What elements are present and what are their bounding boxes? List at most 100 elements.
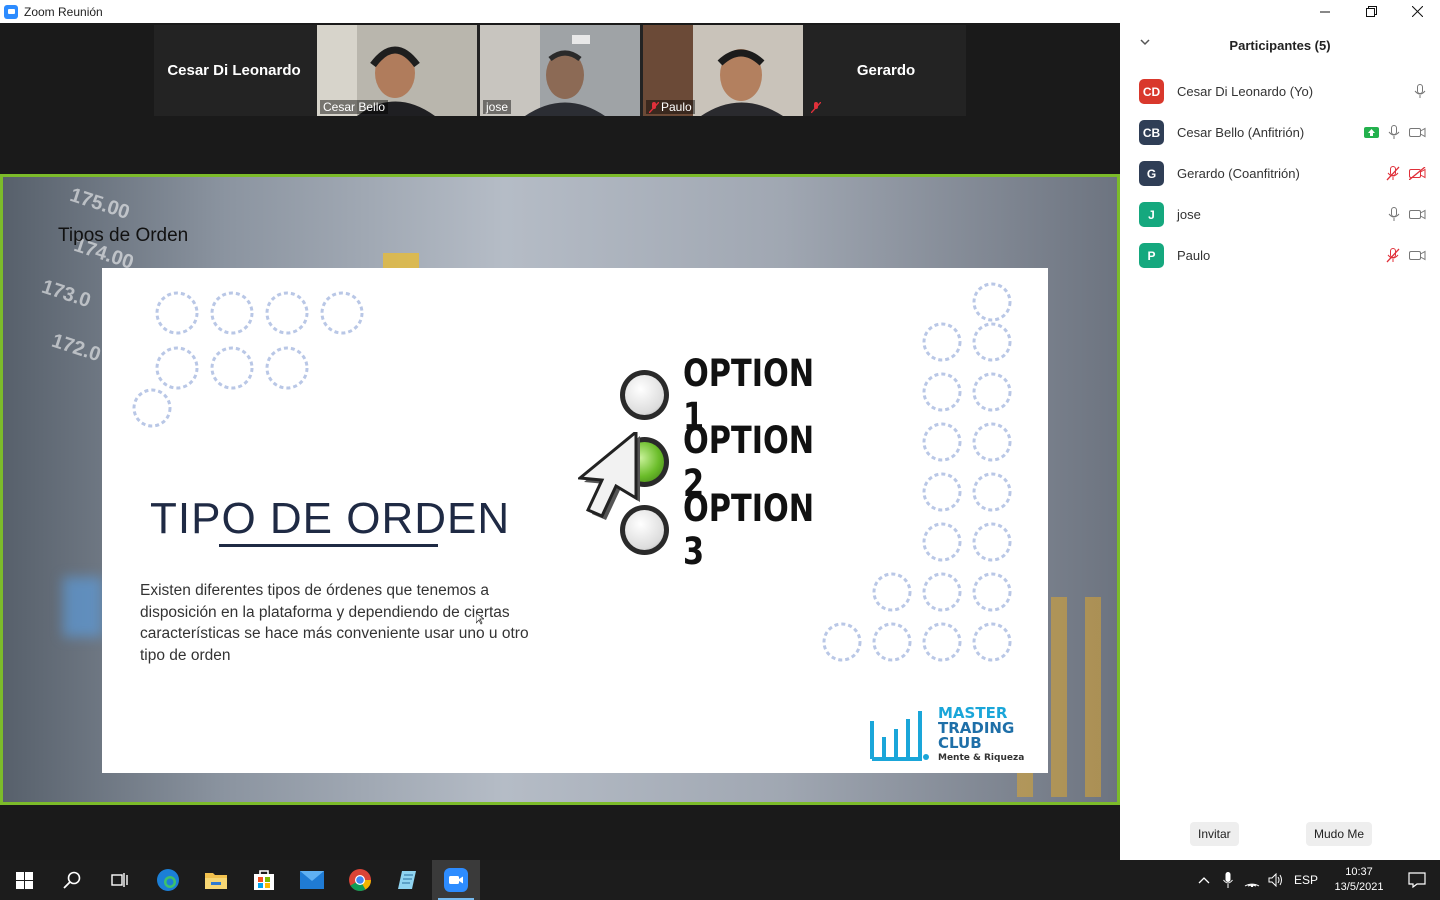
radio-unselected-icon [620, 370, 669, 420]
edge-taskbar-item[interactable] [144, 860, 192, 900]
video-tile-gerardo[interactable]: Gerardo [806, 25, 966, 116]
participant-name: jose [1177, 207, 1201, 222]
language-indicator[interactable]: ESP [1288, 860, 1324, 900]
chrome-taskbar-item[interactable] [336, 860, 384, 900]
network-tray-button[interactable] [1240, 860, 1264, 900]
search-icon [63, 871, 81, 889]
video-tile-cesar-bello[interactable]: Cesar Bello [317, 25, 477, 116]
tile-name: Cesar Bello [323, 100, 386, 114]
participants-title: Participantes (5) [1229, 38, 1331, 53]
participant-row[interactable]: CD Cesar Di Leonardo (Yo) [1120, 71, 1440, 112]
decorative-pattern [132, 291, 364, 428]
microphone-icon [1223, 872, 1233, 888]
clock[interactable]: 10:37 13/5/2021 [1324, 865, 1394, 895]
volume-tray-button[interactable] [1264, 860, 1288, 900]
store-icon [254, 870, 274, 890]
window-titlebar: Zoom Reunión [0, 0, 1440, 23]
logo-line: CLUB [938, 734, 982, 752]
mic-icon[interactable] [1388, 207, 1400, 222]
participant-name: Cesar Di Leonardo (Yo) [1177, 84, 1314, 99]
shared-heading: Tipos de Orden [58, 225, 189, 246]
minimize-button[interactable] [1302, 0, 1348, 23]
zoom-icon [444, 868, 468, 892]
avatar: P [1139, 243, 1164, 268]
avatar: G [1139, 161, 1164, 186]
file-explorer-taskbar-item[interactable] [192, 860, 240, 900]
store-taskbar-item[interactable] [240, 860, 288, 900]
background-number: 175.00 [67, 184, 133, 224]
notification-icon [1408, 872, 1426, 888]
master-trading-club-logo: MASTER TRADING CLUB Mente & Riqueza [868, 706, 1024, 763]
video-off-icon[interactable] [1409, 167, 1426, 180]
mouse-pointer-icon [476, 613, 484, 625]
system-tray: ESP 10:37 13/5/2021 [1192, 860, 1440, 900]
participant-name: Gerardo (Coanfitrión) [1177, 166, 1300, 181]
video-tile-cesar-di-leonardo[interactable]: Cesar Di Leonardo [154, 25, 314, 116]
microphone-tray-button[interactable] [1216, 860, 1240, 900]
mic-icon[interactable] [1388, 125, 1400, 140]
mail-icon [300, 871, 324, 889]
participants-header: Participantes (5) [1120, 23, 1440, 68]
background-number: 173.0 [38, 275, 94, 313]
start-button[interactable] [0, 860, 48, 900]
video-camera-icon[interactable] [1409, 250, 1426, 261]
video-camera-icon[interactable] [1409, 127, 1426, 138]
participants-panel: Participantes (5) CD Cesar Di Leonardo (… [1120, 23, 1440, 860]
participant-row[interactable]: G Gerardo (Coanfitrión) [1120, 153, 1440, 194]
background-chart-mark [63, 577, 103, 637]
participants-list: CD Cesar Di Leonardo (Yo) CB Cesar Bello… [1120, 71, 1440, 276]
participant-row[interactable]: CB Cesar Bello (Anfitrión) [1120, 112, 1440, 153]
mute-me-button[interactable]: Mudo Me [1306, 822, 1373, 846]
minimize-icon [1320, 11, 1330, 12]
option-item: OPTION 3 [620, 487, 876, 573]
participant-row[interactable]: P Paulo [1120, 235, 1440, 276]
participant-status [1386, 248, 1426, 263]
participant-row[interactable]: J jose [1120, 194, 1440, 235]
participant-name: Cesar Bello (Anfitrión) [1177, 125, 1305, 140]
tile-name: Paulo [661, 100, 692, 114]
presentation-slide: TIPO DE ORDEN Existen diferentes tipos d… [102, 268, 1048, 773]
participant-status [1414, 84, 1426, 99]
chevron-down-icon[interactable] [1140, 38, 1150, 46]
logo-tagline: Mente & Riqueza [938, 753, 1025, 763]
option-label: OPTION 3 [682, 487, 815, 573]
participant-status [1386, 166, 1426, 181]
invite-button[interactable]: Invitar [1190, 822, 1239, 846]
mic-muted-icon[interactable] [1386, 248, 1400, 263]
notepad-taskbar-item[interactable] [384, 860, 432, 900]
close-button[interactable] [1394, 0, 1440, 23]
task-view-button[interactable] [96, 860, 144, 900]
wifi-icon [1244, 883, 1260, 887]
chevron-up-icon [1198, 877, 1210, 884]
notifications-button[interactable] [1394, 860, 1440, 900]
chrome-icon [349, 869, 371, 891]
show-hidden-icons-button[interactable] [1192, 860, 1216, 900]
search-button[interactable] [48, 860, 96, 900]
mic-icon[interactable] [1414, 84, 1426, 99]
tile-name: Gerardo [856, 62, 916, 79]
share-screen-icon [1364, 127, 1379, 138]
mic-muted-icon[interactable] [1386, 166, 1400, 181]
video-camera-icon[interactable] [1409, 209, 1426, 220]
zoom-taskbar-item[interactable] [432, 860, 480, 900]
notepad-icon [398, 871, 416, 889]
clock-time: 10:37 [1345, 866, 1373, 878]
close-icon [1411, 6, 1423, 17]
logo-text: MASTER TRADING CLUB Mente & Riqueza [938, 706, 1025, 764]
tile-label: jose [483, 100, 512, 114]
restore-button[interactable] [1348, 0, 1394, 23]
mail-taskbar-item[interactable] [288, 860, 336, 900]
video-tile-paulo[interactable]: Paulo [643, 25, 803, 116]
avatar: CD [1139, 79, 1164, 104]
speaker-icon [1268, 873, 1282, 887]
avatar: J [1139, 202, 1164, 227]
video-tile-jose[interactable]: jose [480, 25, 640, 116]
tile-name: jose [486, 100, 509, 114]
meeting-area: Cesar Di Leonardo Cesar Bello jose Paulo… [0, 23, 1120, 860]
background-chart-mark [383, 253, 419, 269]
tile-label: Cesar Bello [320, 100, 389, 114]
video-strip: Cesar Di Leonardo Cesar Bello jose Paulo… [154, 25, 966, 116]
task-view-icon [111, 873, 128, 887]
mic-muted-icon [811, 102, 821, 113]
participants-footer: Invitar Mudo Me [1120, 822, 1440, 846]
